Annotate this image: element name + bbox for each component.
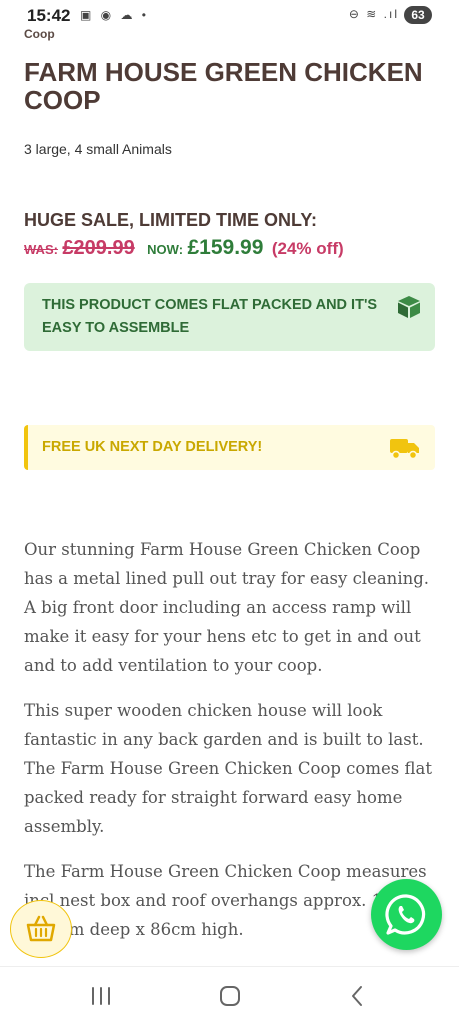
delivery-text: FREE UK NEXT DAY DELIVERY! <box>42 439 263 455</box>
home-icon[interactable] <box>215 982 245 1010</box>
back-icon[interactable] <box>343 982 373 1010</box>
system-status-icons: ⊖ ≋ .ıl <box>348 7 399 21</box>
was-price: £209.99 <box>62 237 135 259</box>
system-nav-bar <box>0 966 459 1025</box>
sale-heading: HUGE SALE, LIMITED TIME ONLY: <box>24 210 318 230</box>
delivery-notice: FREE UK NEXT DAY DELIVERY! <box>24 425 435 470</box>
now-label: NOW: <box>147 242 184 257</box>
description-paragraph: This super wooden chicken house will loo… <box>24 701 432 836</box>
box-icon <box>398 296 420 318</box>
notification-icons: ▣ ◉ ☁ • <box>80 8 150 22</box>
recent-apps-icon[interactable] <box>86 982 116 1010</box>
was-label: WAS: <box>24 242 58 257</box>
flat-pack-notice: THIS PRODUCT COMES FLAT PACKED AND IT'S … <box>24 283 435 351</box>
truck-icon <box>390 439 419 460</box>
cart-button[interactable] <box>10 900 72 958</box>
discount-badge: (24% off) <box>271 239 344 258</box>
whatsapp-icon <box>385 894 426 935</box>
breadcrumb-link[interactable]: Coop <box>24 27 55 41</box>
now-price: £159.99 <box>187 236 264 259</box>
basket-icon <box>26 915 56 942</box>
product-capacity: 3 large, 4 small Animals <box>24 141 172 157</box>
price-row: WAS: £209.99 NOW: £159.99 (24% off) <box>24 236 344 260</box>
description-paragraph: Our stunning Farm House Green Chicken Co… <box>24 540 430 675</box>
page-title: FARM HOUSE GREEN CHICKEN COOP <box>24 57 423 115</box>
battery-icon: 63 <box>404 6 432 24</box>
flat-pack-text: THIS PRODUCT COMES FLAT PACKED AND IT'S … <box>42 297 378 336</box>
status-time: 15:42 <box>27 6 71 25</box>
whatsapp-chat-button[interactable] <box>371 879 442 950</box>
status-bar: 15:42 ▣ ◉ ☁ • ⊖ ≋ .ıl 63 <box>0 0 459 30</box>
